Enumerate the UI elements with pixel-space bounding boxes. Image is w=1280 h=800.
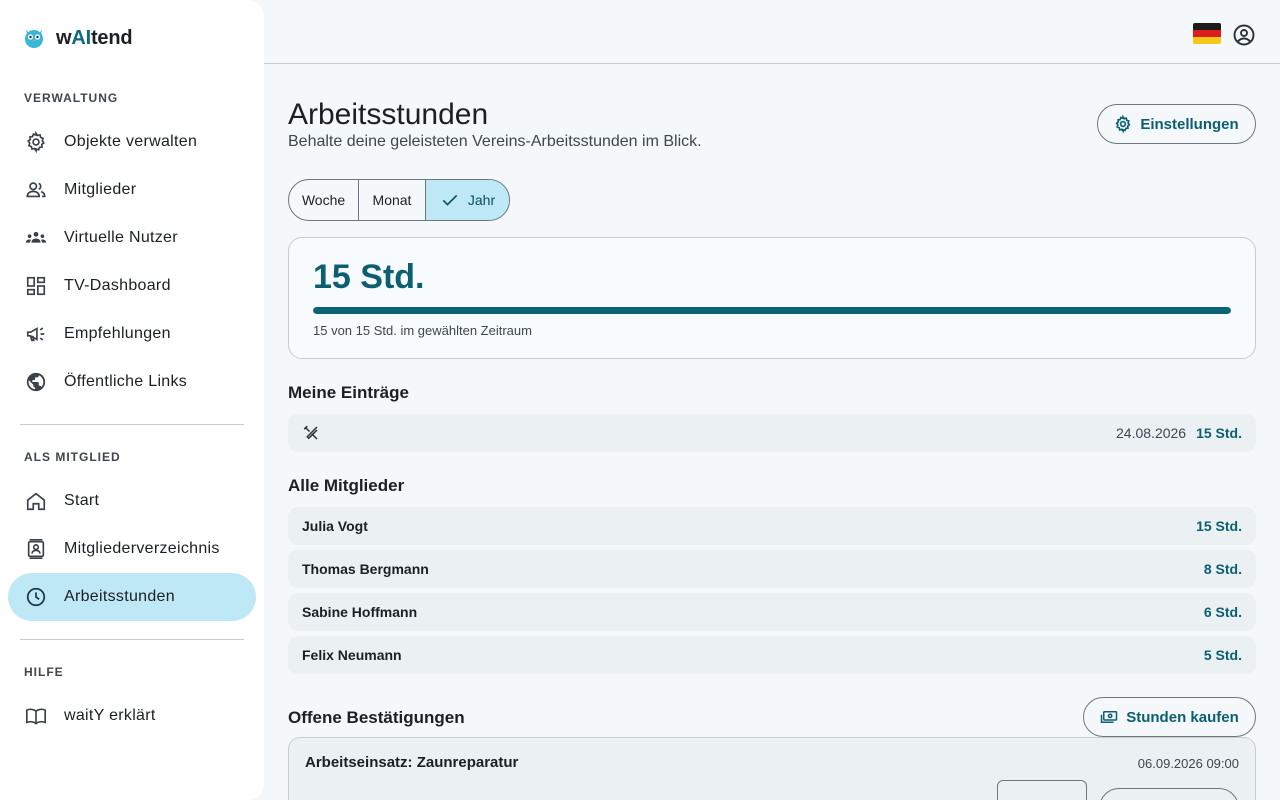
top-bar xyxy=(264,0,1280,64)
member-hours: 6 Std. xyxy=(1203,604,1242,620)
member-name: Felix Neumann xyxy=(302,647,402,663)
gear-icon xyxy=(24,130,48,154)
sidebar: wAItend VERWALTUNG Objekte verwalten Mit… xyxy=(0,0,264,800)
pending-confirm-button[interactable] xyxy=(1099,788,1239,800)
sidebar-item-members[interactable]: Mitglieder xyxy=(8,166,256,214)
hours-summary-card: 15 Std. 15 von 15 Std. im gewählten Zeit… xyxy=(288,237,1256,359)
sidebar-item-label: Virtuelle Nutzer xyxy=(64,229,178,246)
sidebar-item-public-links[interactable]: Öffentliche Links xyxy=(8,358,256,406)
page-title: Arbeitsstunden xyxy=(288,98,489,131)
pending-title: Arbeitseinsatz: Zaunreparatur xyxy=(305,754,519,771)
sidebar-item-label: Objekte verwalten xyxy=(64,133,198,150)
section-label-member: ALS MITGLIED xyxy=(24,450,121,464)
members-icon xyxy=(24,178,48,202)
period-option-year[interactable]: Jahr xyxy=(426,180,509,220)
member-hours: 5 Std. xyxy=(1203,647,1242,663)
owl-logo-icon xyxy=(25,30,43,48)
sidebar-item-work-hours[interactable]: Arbeitsstunden xyxy=(8,573,256,621)
pending-action-button[interactable] xyxy=(997,780,1087,800)
section-label-help: HILFE xyxy=(24,665,64,679)
sidebar-item-label: Empfehlungen xyxy=(64,325,171,342)
sidebar-item-tv-dashboard[interactable]: TV-Dashboard xyxy=(8,262,256,310)
member-hours: 8 Std. xyxy=(1203,561,1242,577)
account-icon[interactable] xyxy=(1232,23,1256,47)
germany-flag-icon[interactable] xyxy=(1193,23,1221,44)
pending-datetime: 06.09.2026 09:00 xyxy=(1137,756,1239,771)
brand[interactable]: wAItend xyxy=(22,26,133,50)
sidebar-divider xyxy=(20,639,244,640)
contact-book-icon xyxy=(24,537,48,561)
period-option-week[interactable]: Woche xyxy=(289,180,359,220)
pending-heading: Offene Bestätigungen xyxy=(288,708,465,727)
my-entries-heading: Meine Einträge xyxy=(288,383,409,402)
member-name: Julia Vogt xyxy=(302,518,368,534)
sidebar-item-recommendations[interactable]: Empfehlungen xyxy=(8,310,256,358)
gear-icon xyxy=(1115,115,1131,133)
campaign-icon xyxy=(24,322,48,346)
member-row[interactable]: Julia Vogt 15 Std. xyxy=(288,507,1256,545)
hours-progress-fill xyxy=(313,307,1231,314)
entry-date: 24.08.2026 xyxy=(1116,425,1187,441)
hours-progress-bar xyxy=(313,307,1231,314)
entry-hours: 15 Std. xyxy=(1196,425,1242,441)
settings-button[interactable]: Einstellungen xyxy=(1097,104,1256,144)
sidebar-item-label: waitY erklärt xyxy=(64,707,156,724)
hours-caption: 15 von 15 Std. im gewählten Zeitraum xyxy=(313,323,532,338)
buy-hours-label: Stunden kaufen xyxy=(1126,708,1239,726)
tools-icon xyxy=(303,425,318,440)
total-hours: 15 Std. xyxy=(313,258,425,296)
all-members-heading: Alle Mitglieder xyxy=(288,476,405,495)
sidebar-item-label: Start xyxy=(64,492,100,509)
member-name: Sabine Hoffmann xyxy=(302,604,418,620)
clock-icon xyxy=(24,585,48,609)
brand-name: wAItend xyxy=(56,26,133,49)
member-name: Thomas Bergmann xyxy=(302,561,429,577)
book-icon xyxy=(24,704,48,728)
period-selector: Woche Monat Jahr xyxy=(288,179,510,221)
money-icon xyxy=(1100,711,1118,723)
my-entry-row[interactable]: 24.08.2026 15 Std. xyxy=(288,414,1256,452)
member-row[interactable]: Thomas Bergmann 8 Std. xyxy=(288,550,1256,588)
sidebar-item-waity-explained[interactable]: waitY erklärt xyxy=(8,692,256,740)
sidebar-item-virtual-users[interactable]: Virtuelle Nutzer xyxy=(8,214,256,262)
member-row[interactable]: Felix Neumann 5 Std. xyxy=(288,636,1256,674)
check-icon xyxy=(442,194,458,206)
settings-button-label: Einstellungen xyxy=(1140,115,1239,133)
sidebar-item-start[interactable]: Start xyxy=(8,477,256,525)
member-hours: 15 Std. xyxy=(1196,518,1242,534)
group-icon xyxy=(24,226,48,250)
period-option-month[interactable]: Monat xyxy=(359,180,426,220)
sidebar-item-objects[interactable]: Objekte verwalten xyxy=(8,118,256,166)
dashboard-icon xyxy=(24,274,48,298)
sidebar-item-label: Öffentliche Links xyxy=(64,373,188,390)
sidebar-item-label: TV-Dashboard xyxy=(64,277,171,294)
sidebar-item-label: Mitgliederverzeichnis xyxy=(64,540,220,557)
page-subtitle: Behalte deine geleisteten Vereins-Arbeit… xyxy=(288,133,702,150)
member-row[interactable]: Sabine Hoffmann 6 Std. xyxy=(288,593,1256,631)
home-icon xyxy=(24,489,48,513)
sidebar-divider xyxy=(20,424,244,425)
sidebar-item-label: Mitglieder xyxy=(64,181,137,198)
sidebar-item-label: Arbeitsstunden xyxy=(64,588,175,605)
buy-hours-button[interactable]: Stunden kaufen xyxy=(1083,697,1256,737)
period-option-label: Jahr xyxy=(467,192,496,208)
globe-icon xyxy=(24,370,48,394)
section-label-admin: VERWALTUNG xyxy=(24,91,119,105)
pending-item: Arbeitseinsatz: Zaunreparatur 06.09.2026… xyxy=(288,737,1256,800)
sidebar-item-member-directory[interactable]: Mitgliederverzeichnis xyxy=(8,525,256,573)
